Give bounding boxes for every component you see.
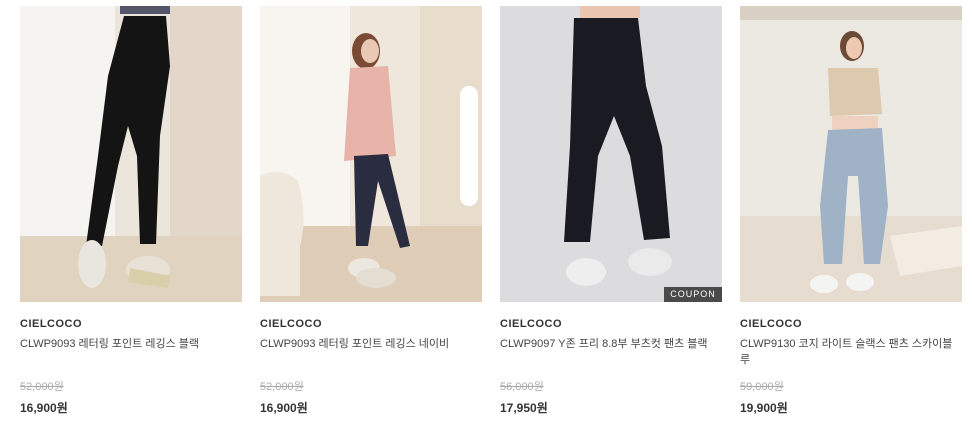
product-grid: CIELCOCO CLWP9093 레터링 포인트 레깅스 블랙 52,000원…	[0, 0, 972, 428]
sale-price: 16,900원	[20, 401, 68, 415]
product-name[interactable]: CLWP9093 레터링 포인트 레깅스 블랙	[20, 336, 242, 352]
product-name[interactable]: CLWP9093 레터링 포인트 레깅스 네이비	[260, 336, 482, 352]
original-price: 52,000원	[20, 381, 64, 393]
product-image[interactable]	[20, 6, 242, 302]
product-card[interactable]: CIELCOCO CLWP9130 코지 라이트 슬랙스 팬츠 스카이블루 59…	[740, 6, 962, 421]
product-brand: CIELCOCO	[20, 318, 83, 330]
product-image[interactable]: COUPON	[500, 6, 722, 302]
product-brand: CIELCOCO	[740, 318, 803, 330]
coupon-badge: COUPON	[664, 287, 722, 302]
product-image[interactable]	[260, 6, 482, 302]
original-price: 56,000원	[500, 381, 544, 393]
sale-price: 17,950원	[500, 401, 548, 415]
product-card[interactable]: COUPON CIELCOCO CLWP9097 Y존 프리 8.8부 부츠컷 …	[500, 6, 722, 421]
sale-price: 19,900원	[740, 401, 788, 415]
product-card[interactable]: CIELCOCO CLWP9093 레터링 포인트 레깅스 블랙 52,000원…	[20, 6, 242, 421]
product-name[interactable]: CLWP9130 코지 라이트 슬랙스 팬츠 스카이블루	[740, 336, 962, 368]
product-brand: CIELCOCO	[500, 318, 563, 330]
product-name[interactable]: CLWP9097 Y존 프리 8.8부 부츠컷 팬츠 블랙	[500, 336, 722, 352]
product-brand: CIELCOCO	[260, 318, 323, 330]
product-image[interactable]	[740, 6, 962, 302]
original-price: 52,000원	[260, 381, 304, 393]
product-card[interactable]: CIELCOCO CLWP9093 레터링 포인트 레깅스 네이비 52,000…	[260, 6, 482, 421]
sale-price: 16,900원	[260, 401, 308, 415]
original-price: 59,000원	[740, 381, 784, 393]
